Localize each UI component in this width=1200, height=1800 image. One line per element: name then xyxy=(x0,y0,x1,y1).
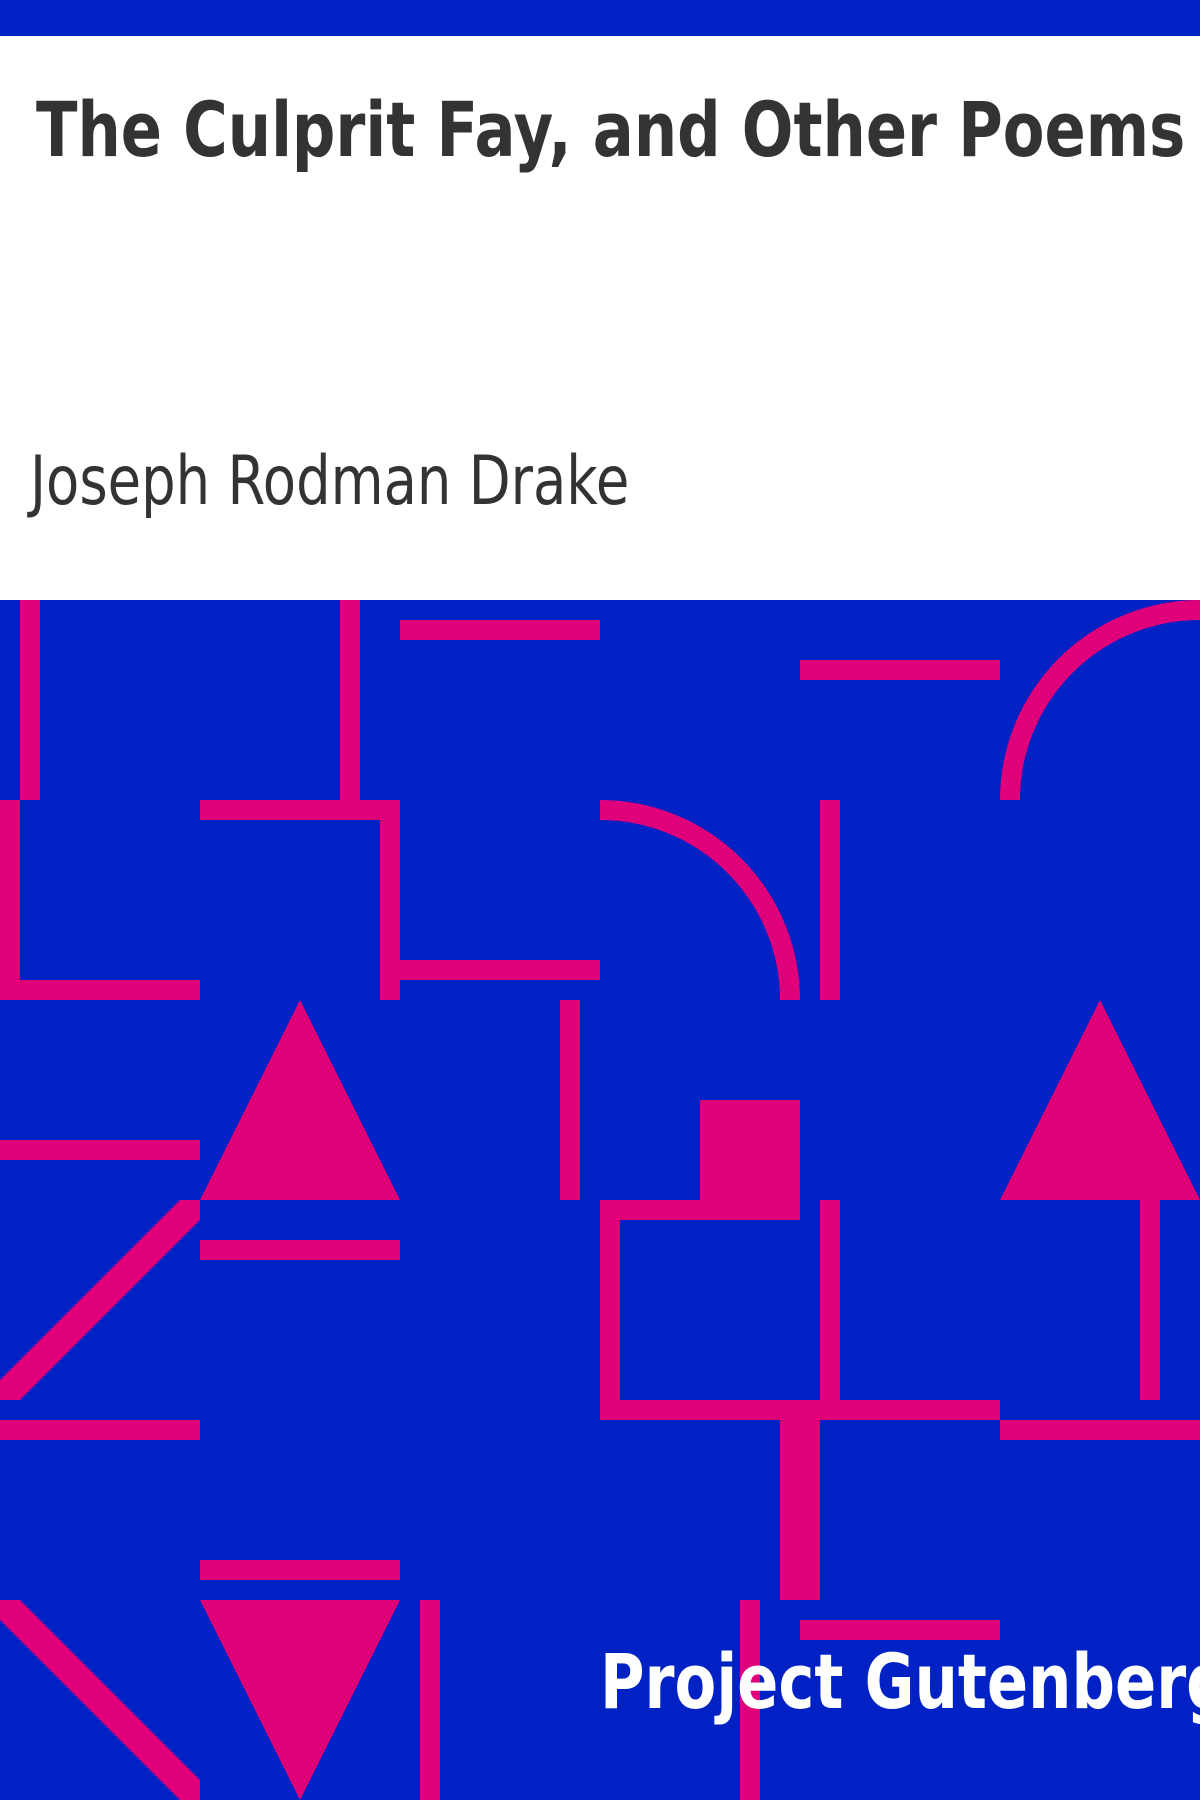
pattern-bar xyxy=(560,1000,580,1200)
pattern-bar xyxy=(420,1600,440,1800)
pattern-bar xyxy=(380,960,600,980)
book-title: The Culprit Fay, and Other Poems xyxy=(36,85,1186,174)
cover-artwork xyxy=(0,600,1200,1800)
pattern-square xyxy=(700,1100,800,1220)
pattern-bar xyxy=(0,1140,200,1160)
pattern-bar xyxy=(0,800,20,1000)
pattern-bar xyxy=(0,980,200,1000)
top-color-bar xyxy=(0,0,1200,36)
pattern-bar xyxy=(400,620,600,640)
pattern-bar xyxy=(340,600,360,800)
pattern-bar xyxy=(600,1200,620,1400)
pattern-bar xyxy=(780,1400,820,1600)
pattern-bar xyxy=(600,1400,1000,1420)
pattern-bar xyxy=(0,1420,200,1440)
pattern-bar xyxy=(200,1560,400,1580)
pattern-bar xyxy=(1000,1420,1200,1440)
pattern-bar xyxy=(1140,1200,1160,1400)
pattern-bar xyxy=(200,800,400,820)
pattern-bar xyxy=(20,600,40,800)
pattern-bar xyxy=(820,800,840,1000)
pattern-bar xyxy=(820,1200,840,1400)
book-author: Joseph Rodman Drake xyxy=(30,442,630,521)
publisher-name: Project Gutenberg xyxy=(600,1637,1200,1726)
pattern-bar xyxy=(200,1240,400,1260)
pattern-bar xyxy=(800,660,1000,680)
